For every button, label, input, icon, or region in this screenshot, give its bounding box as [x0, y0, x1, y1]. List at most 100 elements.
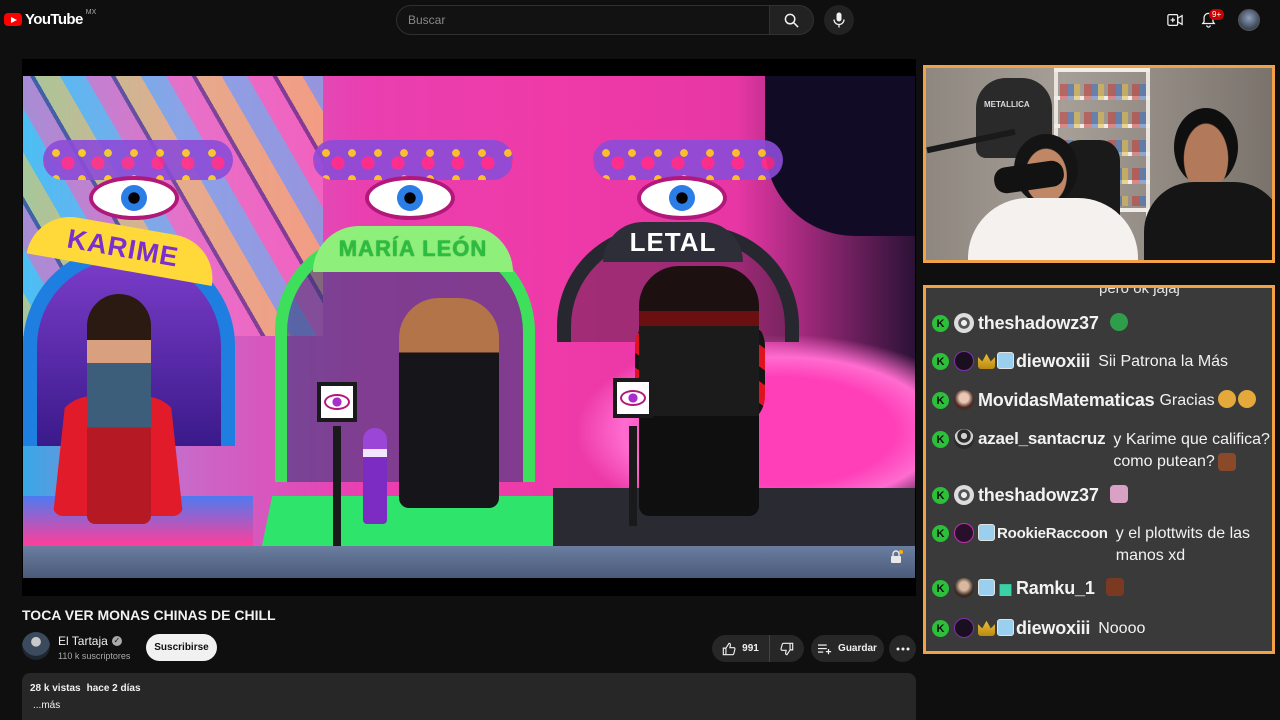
chat-username: diewoxiii: [1016, 351, 1091, 371]
kick-icon: K: [932, 392, 949, 409]
create-video-button[interactable]: [1165, 10, 1185, 30]
chat-message: K diewoxiii Sii Patrona la Más: [932, 351, 1228, 373]
sign-post: [333, 426, 341, 546]
more-actions-button[interactable]: [889, 635, 916, 662]
chat-cutoff-message: pero ok jajaj: [1099, 285, 1180, 297]
channel-name-row[interactable]: El Tartaja ✓: [58, 634, 122, 648]
eye-score-sign: [317, 382, 357, 422]
kick-icon: K: [932, 580, 949, 597]
description-meta: 28 k vistas hace 2 días: [30, 683, 916, 694]
name-plate-letal: LETAL: [603, 222, 743, 262]
microphone-icon: [833, 12, 845, 28]
chat-username: RookieRaccoon: [997, 525, 1108, 542]
flower-crown: [43, 140, 233, 180]
search-icon: [784, 13, 799, 28]
create-video-icon: [1167, 14, 1183, 26]
channel-avatar[interactable]: [22, 632, 50, 660]
user-avatar: [954, 390, 974, 410]
face-emote-icon: [1237, 390, 1256, 408]
subscribe-button[interactable]: Suscribirse: [146, 634, 217, 661]
chat-message-text: Noooo: [1098, 620, 1146, 637]
voice-search-button[interactable]: [824, 5, 854, 35]
sign-post: [629, 426, 637, 526]
judge-letal: [639, 266, 759, 516]
kick-icon: K: [932, 620, 949, 637]
catrina-figure: [363, 428, 387, 524]
search-button[interactable]: [770, 5, 814, 35]
description-box[interactable]: 28 k vistas hace 2 días ...más: [22, 673, 916, 720]
judge-karime: [87, 294, 151, 524]
video-title: TOCA VER MONAS CHINAS DE CHILL: [22, 607, 276, 623]
kick-icon: K: [932, 353, 949, 370]
chat-message: K theshadowz37: [932, 485, 1128, 506]
like-button[interactable]: 991: [712, 635, 770, 662]
view-count: 28 k vistas: [30, 683, 81, 694]
dislike-button[interactable]: [770, 635, 804, 662]
thumbs-down-icon: [780, 642, 794, 655]
like-count: 991: [742, 643, 759, 654]
streamer-woman: [968, 134, 1138, 260]
gift-badge-icon: [999, 584, 1012, 596]
save-button[interactable]: Guardar: [811, 635, 884, 662]
face-emote-icon: [1217, 452, 1236, 471]
eye-score-sign: [613, 378, 653, 418]
upload-date: hace 2 días: [86, 683, 141, 694]
channel-name[interactable]: El Tartaja: [58, 634, 108, 648]
subscriber-badge-icon: [978, 579, 995, 596]
kick-icon: K: [932, 525, 949, 542]
streamer-man: [1144, 108, 1272, 260]
chat-username: Ramku_1: [1016, 578, 1095, 598]
verified-check-icon: ✓: [111, 636, 122, 646]
subscriber-badge-icon: [978, 524, 995, 541]
chat-message: K diewoxiii Noooo: [932, 618, 1145, 640]
kick-icon: K: [932, 315, 949, 332]
user-avatar: [954, 429, 974, 449]
subscriber-count: 110 k suscriptores: [58, 651, 131, 661]
chat-message-text: Sii Patrona la Más: [1098, 353, 1229, 370]
top-bar: YouTube MX 9+: [0, 0, 1280, 42]
user-avatar: [954, 523, 974, 543]
user-avatar: [954, 578, 974, 598]
name-plate-maria-leon: MARÍA LEÓN: [313, 226, 513, 272]
crown-badge-icon: [978, 620, 995, 636]
frog-emote-icon: [1109, 313, 1128, 331]
chat-message-text: y Karime que califica? como putean?: [1113, 431, 1270, 471]
more-horizontal-icon: [896, 647, 909, 650]
kick-icon: K: [932, 431, 949, 448]
kick-icon: K: [932, 487, 949, 504]
search-input[interactable]: [408, 13, 769, 27]
thumbs-up-icon: [722, 642, 736, 655]
logo-text: YouTube: [25, 11, 83, 28]
youtube-play-icon: [4, 13, 22, 26]
notification-badge: 9+: [1209, 9, 1225, 20]
flower-crown: [313, 140, 513, 180]
country-code: MX: [85, 9, 97, 16]
flower-crown: [593, 140, 783, 180]
chat-username: azael_santacruz: [978, 429, 1106, 448]
subscriber-badge-icon: [997, 352, 1014, 369]
chat-username: MovidasMatematicas: [978, 390, 1155, 410]
stage-floor: [23, 546, 915, 578]
chat-username: theshadowz37: [978, 485, 1099, 505]
show-more-link[interactable]: ...más: [33, 700, 916, 711]
chat-message: K azael_santacruz y Karime que califica?…: [932, 429, 1272, 473]
face-emote-icon: [1217, 390, 1236, 408]
judge-maria-leon: [399, 298, 499, 508]
user-avatar: [954, 351, 974, 371]
video-player[interactable]: KARIME MARÍA LEÓN LETAL: [22, 59, 916, 596]
user-avatar: [954, 618, 974, 638]
like-dislike-group: 991: [712, 635, 804, 662]
night-sky-backdrop: [765, 76, 915, 236]
image-emote-icon: [1109, 485, 1128, 503]
crown-badge-icon: [978, 353, 995, 369]
youtube-logo[interactable]: YouTube MX: [4, 9, 97, 28]
account-avatar[interactable]: [1238, 9, 1260, 31]
streamer-webcam: METALLICA: [923, 65, 1275, 263]
lock-icon: [891, 550, 903, 563]
eye-emblem: [365, 176, 455, 220]
chat-message: K RookieRaccoon y el plottwits de las ma…: [932, 523, 1266, 567]
user-avatar: [954, 313, 974, 333]
live-chat-overlay: pero ok jajaj K theshadowz37 K diewoxiii…: [923, 285, 1275, 654]
chat-username: theshadowz37: [978, 313, 1099, 333]
face-emote-icon: [1105, 578, 1124, 596]
